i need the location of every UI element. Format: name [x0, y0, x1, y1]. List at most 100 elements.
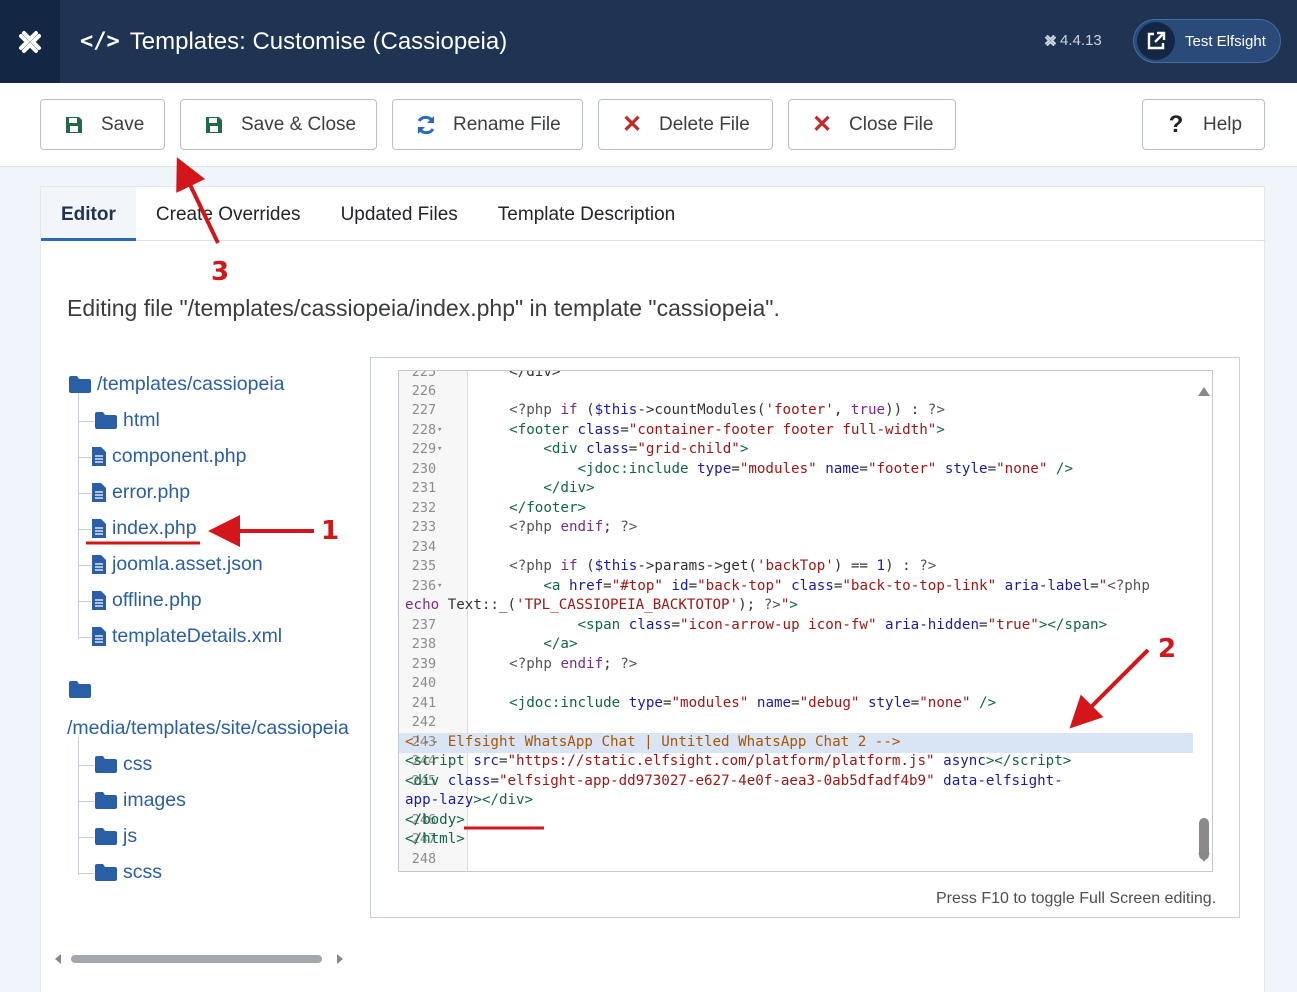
code-line: 242	[411, 714, 437, 730]
editor-vertical-scrollbar[interactable]	[1195, 371, 1212, 871]
help-label: Help	[1203, 113, 1243, 135]
tree-line	[78, 737, 79, 875]
file-icon	[92, 591, 106, 610]
delete-file-button[interactable]: ✕ Delete File	[598, 99, 773, 150]
code-line: 244 <script src="https://static.elfsight.…	[405, 753, 1072, 769]
file-icon	[92, 627, 106, 646]
refresh-icon	[415, 114, 437, 136]
tree-file-index[interactable]: index.php	[92, 517, 197, 540]
tree-item-label: index.php	[112, 517, 197, 539]
close-file-button[interactable]: ✕ Close File	[788, 99, 956, 150]
code-line: 241 <jdoc:include type="modules" name="d…	[411, 695, 997, 711]
tab-create-overrides[interactable]: Create Overrides	[136, 187, 321, 241]
tab-bar: Editor Create Overrides Updated Files Te…	[41, 187, 1266, 241]
tree-item-label: js	[123, 825, 138, 847]
save-icon	[203, 115, 225, 135]
code-line: 237 <span class="icon-arrow-up icon-fw" …	[411, 617, 1108, 633]
tree-folder-label: /media/templates/site/cassiopeia	[67, 717, 349, 739]
external-link-icon	[1137, 22, 1175, 60]
close-icon: ✕	[621, 111, 643, 138]
tree-line	[78, 493, 91, 494]
rename-file-label: Rename File	[453, 113, 561, 135]
code-line: 232 </footer>	[411, 500, 587, 516]
save-label: Save	[101, 113, 145, 135]
tree-item-label: html	[123, 409, 160, 431]
code-line: app-lazy></div>	[405, 792, 534, 808]
tree-file-templatedetails[interactable]: templateDetails.xml	[92, 625, 282, 648]
tree-item-label: component.php	[112, 445, 247, 467]
tree-folder-html[interactable]: html	[95, 409, 160, 432]
code-line: 240	[411, 675, 437, 691]
tree-item-label: css	[123, 753, 153, 775]
code-line: 230 <jdoc:include type="modules" name="f…	[411, 461, 1073, 477]
tab-editor[interactable]: Editor	[41, 187, 136, 241]
tree-item-label: offline.php	[112, 589, 202, 611]
folder-icon	[95, 864, 117, 881]
code-line-highlighted: 243 <!-- Elfsight WhatsApp Chat | Untitle…	[399, 733, 1193, 753]
tree-folder-js[interactable]: js	[95, 825, 137, 848]
rename-file-button[interactable]: Rename File	[392, 99, 583, 150]
tree-line	[78, 837, 94, 838]
save-close-label: Save & Close	[241, 113, 357, 135]
save-button[interactable]: Save	[40, 99, 165, 150]
scroll-down-icon[interactable]	[1198, 853, 1210, 862]
save-icon	[63, 115, 85, 135]
editor-card: Editor Create Overrides Updated Files Te…	[40, 186, 1266, 992]
tree-folder-scss[interactable]: scss	[95, 861, 162, 884]
tree-line	[78, 457, 91, 458]
tree-folder-label: /templates/cassiopeia	[97, 373, 285, 395]
tree-folder-templates[interactable]: /templates/cassiopeia	[69, 373, 285, 396]
top-header: </> Templates: Customise (Cassiopeia) 4.…	[0, 0, 1297, 83]
scrollbar-thumb[interactable]	[71, 955, 322, 963]
tree-line	[78, 801, 94, 802]
code-icon: </>	[80, 29, 120, 54]
version-text: 4.4.13	[1060, 32, 1102, 49]
code-line: 231 </div>	[411, 480, 595, 496]
code-editor[interactable]: 225 </div> 226 227 <?php if ($this->coun…	[398, 370, 1213, 872]
code-line: 246 </body>	[405, 812, 465, 828]
question-icon: ?	[1168, 110, 1184, 138]
code-line: 228 ▾ <footer class="container-footer foo…	[411, 422, 945, 438]
tree-line	[78, 565, 91, 566]
joomla-icon	[19, 30, 41, 53]
delete-file-label: Delete File	[659, 113, 750, 135]
user-menu-button[interactable]: Test Elfsight	[1133, 19, 1281, 63]
code-line: 239 <?php endif; ?>	[411, 656, 638, 672]
tree-folder-media[interactable]: /media/templates/site/cassiopeia	[67, 717, 349, 740]
save-close-button[interactable]: Save & Close	[180, 99, 377, 150]
close-file-label: Close File	[849, 113, 934, 135]
tree-horizontal-scrollbar[interactable]	[53, 953, 348, 965]
tree-file-error[interactable]: error.php	[92, 481, 190, 504]
page-title: Templates: Customise (Cassiopeia)	[129, 27, 508, 55]
folder-icon	[69, 376, 91, 393]
folder-icon	[95, 412, 117, 429]
scroll-left-icon[interactable]	[53, 953, 63, 965]
code-line: 226	[411, 383, 437, 399]
tree-line	[78, 765, 94, 766]
file-tree: /templates/cassiopeia html component.php…	[41, 357, 353, 967]
code-line: 227 <?php if ($this->countModules('foote…	[411, 402, 945, 418]
file-icon	[92, 483, 106, 502]
annotation-number-3: 3	[211, 257, 230, 287]
close-icon: ✕	[811, 111, 833, 138]
scroll-right-icon[interactable]	[335, 953, 345, 965]
tab-template-description[interactable]: Template Description	[478, 187, 695, 241]
tree-item-label: error.php	[112, 481, 191, 503]
tree-folder-media-icon-row[interactable]	[69, 681, 97, 698]
joomla-logo[interactable]	[0, 0, 60, 83]
tree-folder-images[interactable]: images	[95, 789, 186, 812]
tab-updated-files[interactable]: Updated Files	[321, 187, 478, 241]
tree-item-label: images	[123, 789, 186, 811]
tree-file-joomla-asset[interactable]: joomla.asset.json	[92, 553, 263, 576]
code-line: 235 <?php if ($this->params->get('backTo…	[411, 558, 937, 574]
tree-line	[78, 529, 91, 530]
tree-file-offline[interactable]: offline.php	[92, 589, 202, 612]
code-editor-panel: 225 </div> 226 227 <?php if ($this->coun…	[370, 357, 1240, 918]
scroll-up-icon[interactable]	[1198, 387, 1210, 396]
tree-file-component[interactable]: component.php	[92, 445, 246, 468]
tree-item-label: joomla.asset.json	[112, 553, 263, 575]
help-button[interactable]: ? Help	[1142, 99, 1265, 150]
code-line: 247 </html>	[405, 831, 465, 847]
tree-folder-css[interactable]: css	[95, 753, 152, 776]
code-line: 225 </div>	[411, 370, 561, 380]
